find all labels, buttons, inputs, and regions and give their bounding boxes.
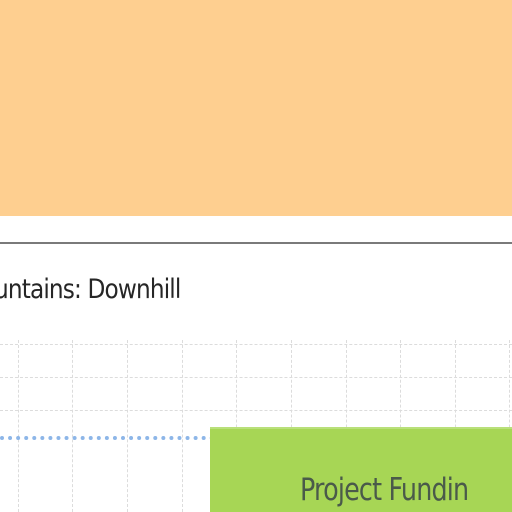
grid-row-line — [0, 410, 512, 411]
grid-column-line — [127, 340, 128, 512]
lane-title: untains: Downhill — [0, 274, 181, 305]
gantt-view: untains: Downhill Project Fundin — [0, 0, 512, 512]
dependency-connector — [0, 436, 214, 440]
task-bar-label: Project Fundin — [300, 472, 469, 508]
grid-column-line — [72, 340, 73, 512]
grid-row-line — [0, 344, 512, 345]
lane-separator — [0, 242, 512, 244]
grid-row-line — [0, 377, 512, 378]
header-panel — [0, 0, 512, 216]
grid-column-line — [182, 340, 183, 512]
grid-column-line — [18, 340, 19, 512]
